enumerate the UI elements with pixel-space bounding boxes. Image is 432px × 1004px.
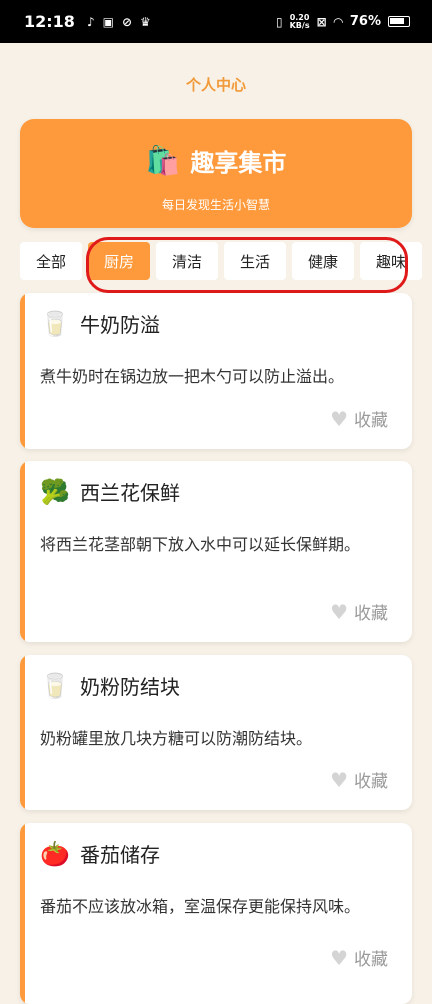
category-tabs: 全部 厨房 清洁 生活 健康 趣味 — [20, 242, 432, 282]
banner-subtitle: 每日发现生活小智慧 — [161, 198, 270, 212]
heart-icon: ♥ — [330, 945, 348, 970]
vibrate-icon: ▯ — [275, 14, 283, 29]
no-sim-icon: ⊠ — [316, 14, 327, 29]
card-description: 煮牛奶时在锅边放一把木勺可以防止溢出。 — [40, 367, 345, 386]
heart-icon: ♥ — [330, 599, 348, 624]
wifi-icon: ◠ — [333, 14, 343, 29]
broccoli-icon: 🥦 — [40, 477, 70, 506]
favorite-label: 收藏 — [354, 772, 388, 792]
favorite-button[interactable]: ♥ 收藏 — [330, 406, 388, 432]
tiktok-icon: ♪ — [86, 14, 95, 29]
tip-card[interactable]: 🥛 牛奶防溢 煮牛奶时在锅边放一把木勺可以防止溢出。 ♥ 收藏 — [20, 293, 412, 449]
app-notification-icon: ▣ — [102, 14, 114, 29]
card-title: 奶粉防结块 — [80, 675, 180, 699]
card-header: 🥛 奶粉防结块 — [40, 671, 180, 700]
heart-icon: ♥ — [330, 406, 348, 431]
tab-life[interactable]: 生活 — [224, 242, 286, 280]
card-title: 番茄储存 — [80, 843, 160, 867]
tab-all[interactable]: 全部 — [20, 242, 82, 280]
shopping-bag-icon: 🛍️ — [145, 144, 181, 177]
battery-icon — [388, 16, 410, 27]
banner: 🛍️ 趣享集市 每日发现生活小智慧 — [20, 119, 412, 228]
tip-card[interactable]: 🥛 奶粉防结块 奶粉罐里放几块方糖可以防潮防结块。 ♥ 收藏 — [20, 655, 412, 810]
tab-cleaning[interactable]: 清洁 — [156, 242, 218, 280]
page-title: 个人中心 — [185, 76, 246, 94]
status-right: ▯ 0.20 KB/s ⊠ ◠ 76% — [275, 13, 410, 30]
favorite-label: 收藏 — [354, 604, 388, 624]
favorite-button[interactable]: ♥ 收藏 — [330, 599, 388, 625]
card-title: 西兰花保鲜 — [80, 481, 180, 505]
status-bar: 12:18 ♪ ▣ ⊘ ♛ ▯ 0.20 KB/s ⊠ ◠ 76% — [0, 0, 432, 43]
network-speed: 0.20 KB/s — [289, 13, 310, 30]
link-icon: ⊘ — [121, 14, 133, 29]
favorite-label: 收藏 — [354, 950, 388, 970]
card-header: 🥛 牛奶防溢 — [40, 309, 160, 338]
banner-title: 趣享集市 — [190, 149, 287, 177]
tab-health[interactable]: 健康 — [292, 242, 354, 280]
tip-card[interactable]: 🥦 西兰花保鲜 将西兰花茎部朝下放入水中可以延长保鲜期。 ♥ 收藏 — [20, 461, 412, 642]
favorite-label: 收藏 — [354, 411, 388, 431]
status-left: 12:18 ♪ ▣ ⊘ ♛ — [24, 12, 151, 31]
card-description: 将西兰花茎部朝下放入水中可以延长保鲜期。 — [40, 535, 361, 554]
crown-icon: ♛ — [140, 14, 151, 29]
tomato-icon: 🍅 — [40, 839, 70, 868]
battery-percent: 76% — [349, 14, 381, 29]
network-speed-unit: KB/s — [289, 20, 310, 30]
card-title: 牛奶防溢 — [80, 313, 160, 337]
card-description: 番茄不应该放冰箱，室温保存更能保持风味。 — [40, 897, 361, 916]
card-header: 🍅 番茄储存 — [40, 839, 160, 868]
tab-fun[interactable]: 趣味 — [360, 242, 422, 280]
status-time: 12:18 — [24, 12, 75, 31]
tab-kitchen[interactable]: 厨房 — [88, 242, 150, 280]
banner-title-row: 🛍️ 趣享集市 — [20, 143, 412, 178]
milk-icon: 🥛 — [40, 309, 70, 338]
favorite-button[interactable]: ♥ 收藏 — [330, 945, 388, 971]
favorite-button[interactable]: ♥ 收藏 — [330, 767, 388, 793]
heart-icon: ♥ — [330, 767, 348, 792]
card-header: 🥦 西兰花保鲜 — [40, 477, 180, 506]
card-description: 奶粉罐里放几块方糖可以防潮防结块。 — [40, 729, 313, 748]
milk-icon: 🥛 — [40, 671, 70, 700]
tip-card[interactable]: 🍅 番茄储存 番茄不应该放冰箱，室温保存更能保持风味。 ♥ 收藏 — [20, 823, 412, 1004]
